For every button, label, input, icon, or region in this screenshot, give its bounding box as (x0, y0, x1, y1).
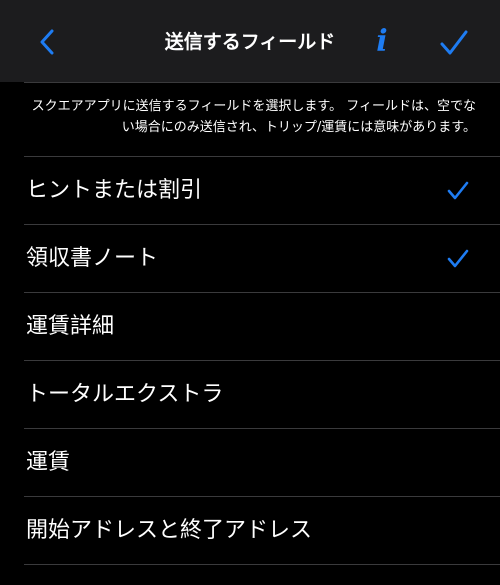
checkmark-icon (447, 181, 469, 200)
field-label: 領収書ノート (26, 246, 159, 271)
field-label: 運賃 (26, 450, 71, 475)
field-label: 運賃詳細 (26, 314, 115, 339)
chevron-left-icon (40, 29, 54, 55)
navigation-bar: 送信するフィールド i (0, 0, 500, 82)
field-row[interactable]: トータルエクストラ (0, 361, 500, 429)
info-icon: i (376, 24, 388, 59)
divider (24, 564, 500, 565)
field-row[interactable]: 開始アドレスと終了アドレス (0, 497, 500, 565)
divider (24, 82, 500, 83)
checkmark-icon (440, 30, 468, 55)
field-label: ヒントまたは割引 (26, 178, 203, 203)
field-row[interactable]: 運賃 (0, 429, 500, 497)
back-button[interactable] (30, 24, 64, 60)
description-text: スクエアアプリに送信するフィールドを選択します。 フィールドは、空でない場合にの… (31, 99, 476, 135)
page-title: 送信するフィールド (164, 31, 336, 53)
checkmark-icon (447, 249, 469, 268)
info-button[interactable]: i (366, 22, 398, 62)
field-label: トータルエクストラ (26, 382, 224, 407)
field-label: 開始アドレスと終了アドレス (26, 518, 313, 543)
done-button[interactable] (434, 24, 474, 62)
field-row[interactable]: ヒントまたは割引 (0, 157, 500, 225)
field-row[interactable]: 運賃詳細 (0, 293, 500, 361)
field-row[interactable]: 領収書ノート (0, 225, 500, 293)
